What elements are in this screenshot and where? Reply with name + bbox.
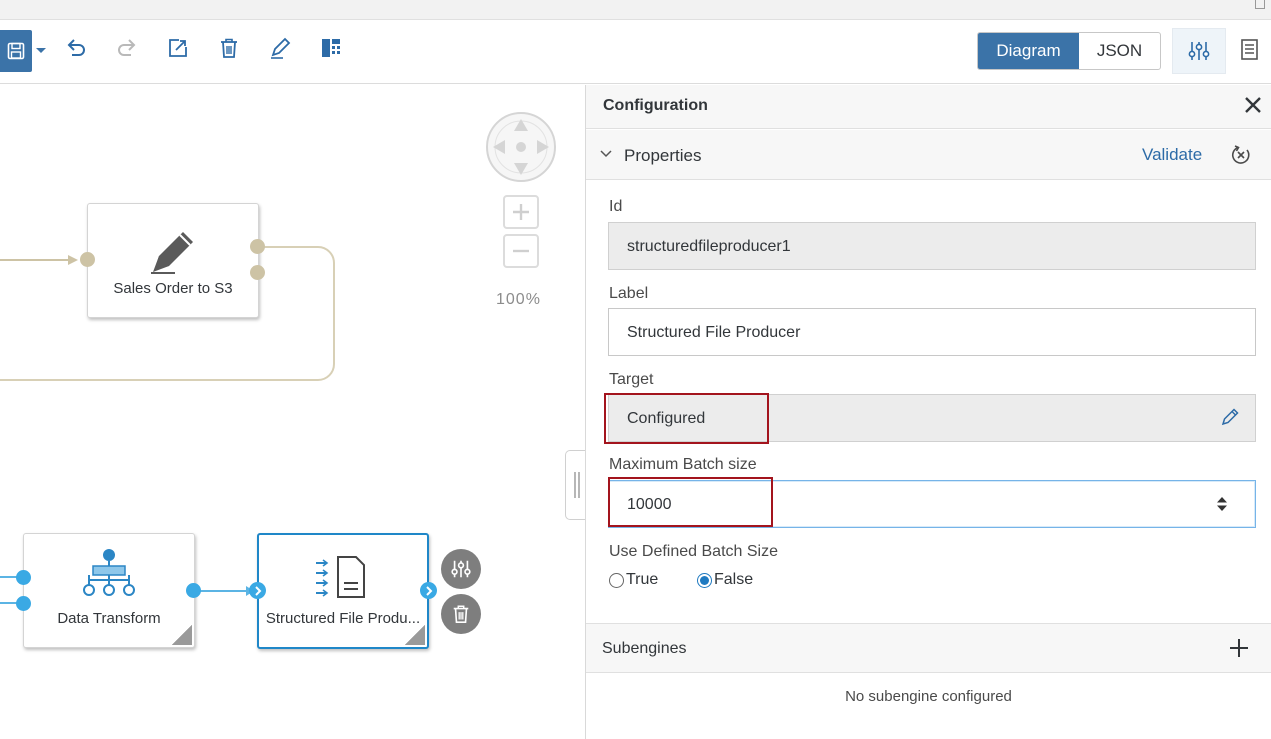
documentation-button[interactable]	[1240, 38, 1260, 67]
pencil-icon	[271, 37, 291, 59]
file-producer-icon	[316, 556, 365, 598]
zoom-in-button[interactable]	[503, 195, 539, 229]
diagram-tab[interactable]: Diagram	[978, 33, 1079, 69]
save-dropdown-caret-icon[interactable]	[36, 48, 46, 53]
label-label: Label	[609, 285, 649, 302]
pipeline-canvas[interactable]: 100% Sales Order to S3 Data Transform St…	[0, 85, 585, 739]
target-label: Target	[609, 371, 654, 388]
radio-true-label: True	[626, 571, 659, 588]
output-port[interactable]	[186, 583, 201, 598]
input-port[interactable]	[249, 582, 266, 599]
maximize-icon[interactable]	[1255, 0, 1265, 9]
highlight-box	[604, 393, 769, 444]
toolbar: Diagram JSON	[0, 20, 1271, 84]
reset-icon	[1232, 145, 1250, 164]
save-button[interactable]	[0, 30, 32, 72]
radio-false[interactable]: False	[697, 571, 753, 589]
panel-resize-grip[interactable]	[565, 450, 587, 520]
save-icon	[7, 42, 25, 60]
radio-circle-selected[interactable]	[697, 572, 712, 588]
max-batch-size-label: Maximum Batch size	[609, 456, 757, 473]
edit-properties-button[interactable]	[164, 34, 192, 62]
pencil-icon	[151, 232, 193, 274]
id-label: Id	[609, 198, 623, 215]
redo-button[interactable]	[113, 34, 141, 62]
grip-icon	[573, 472, 580, 498]
edit-square-icon	[169, 39, 187, 57]
plus-icon	[1230, 639, 1248, 657]
resize-handle[interactable]	[172, 625, 192, 645]
subengines-section-header: Subengines	[586, 623, 1271, 673]
settings-sliders-icon	[1188, 42, 1210, 60]
output-port[interactable]	[420, 582, 437, 599]
minus-icon	[513, 249, 529, 253]
configuration-toggle-button[interactable]	[1172, 28, 1226, 74]
output-port[interactable]	[250, 265, 265, 280]
operator-node-sales-order[interactable]: Sales Order to S3	[87, 203, 259, 318]
plus-icon	[513, 204, 529, 220]
chevron-down-icon	[600, 150, 612, 158]
zoom-level: 100%	[496, 291, 541, 308]
layout-icon	[322, 39, 340, 57]
pan-arrows-icon	[486, 112, 556, 182]
close-icon	[1245, 97, 1261, 113]
properties-section-header[interactable]: Properties Validate	[586, 130, 1271, 180]
up-down-stepper-icon	[1217, 497, 1227, 511]
no-subengine-message: No subengine configured	[845, 688, 1012, 705]
configuration-header: Configuration	[586, 85, 1271, 129]
output-port[interactable]	[250, 239, 265, 254]
add-subengine-button[interactable]	[1228, 637, 1250, 664]
input-port[interactable]	[80, 252, 95, 267]
configuration-panel: Configuration Properties Validate Id str…	[586, 85, 1271, 739]
draw-button[interactable]	[266, 34, 294, 62]
properties-title: Properties	[624, 146, 702, 165]
edit-target-button[interactable]	[1220, 407, 1240, 432]
highlight-box	[608, 477, 773, 527]
json-tab[interactable]: JSON	[1079, 33, 1160, 69]
chevron-right-icon	[425, 585, 432, 596]
close-button[interactable]	[1243, 95, 1263, 120]
document-icon	[1241, 39, 1258, 60]
subengines-title: Subengines	[602, 640, 687, 657]
hierarchy-icon	[83, 549, 135, 596]
node-label: Data Transform	[57, 610, 161, 627]
reset-button[interactable]	[1230, 144, 1252, 171]
input-port[interactable]	[16, 596, 31, 611]
node-configure-button[interactable]	[441, 549, 481, 589]
redo-icon	[118, 39, 136, 56]
operator-node-data-transform[interactable]: Data Transform	[23, 533, 195, 648]
label-field[interactable]: Structured File Producer	[608, 308, 1256, 356]
trash-icon	[453, 605, 469, 623]
operator-node-structured-file-producer[interactable]: Structured File Produ...	[257, 533, 429, 649]
window-top-strip	[0, 0, 1271, 20]
use-defined-batch-size-label: Use Defined Batch Size	[609, 543, 778, 560]
node-label: Structured File Produ...	[265, 610, 421, 627]
panel-title: Configuration	[603, 97, 708, 114]
zoom-out-button[interactable]	[503, 234, 539, 268]
trash-icon	[221, 38, 237, 58]
undo-icon	[67, 39, 85, 56]
radio-circle[interactable]	[609, 572, 624, 588]
node-label: Sales Order to S3	[113, 280, 233, 297]
id-field: structuredfileproducer1	[608, 222, 1256, 270]
chevron-right-icon	[254, 585, 261, 596]
delete-button[interactable]	[215, 34, 243, 62]
stepper-control[interactable]	[1216, 496, 1228, 517]
radio-false-label: False	[714, 571, 754, 588]
node-delete-button[interactable]	[441, 594, 481, 634]
undo-button[interactable]	[62, 34, 90, 62]
pencil-icon	[1221, 408, 1239, 426]
view-toggle: Diagram JSON	[977, 32, 1161, 70]
settings-sliders-icon	[451, 560, 471, 578]
resize-handle[interactable]	[405, 625, 425, 645]
input-port[interactable]	[16, 570, 31, 585]
validate-link[interactable]: Validate	[1142, 145, 1202, 165]
auto-layout-button[interactable]	[317, 34, 345, 62]
radio-true[interactable]: True	[609, 571, 658, 589]
pan-control[interactable]	[485, 111, 557, 183]
